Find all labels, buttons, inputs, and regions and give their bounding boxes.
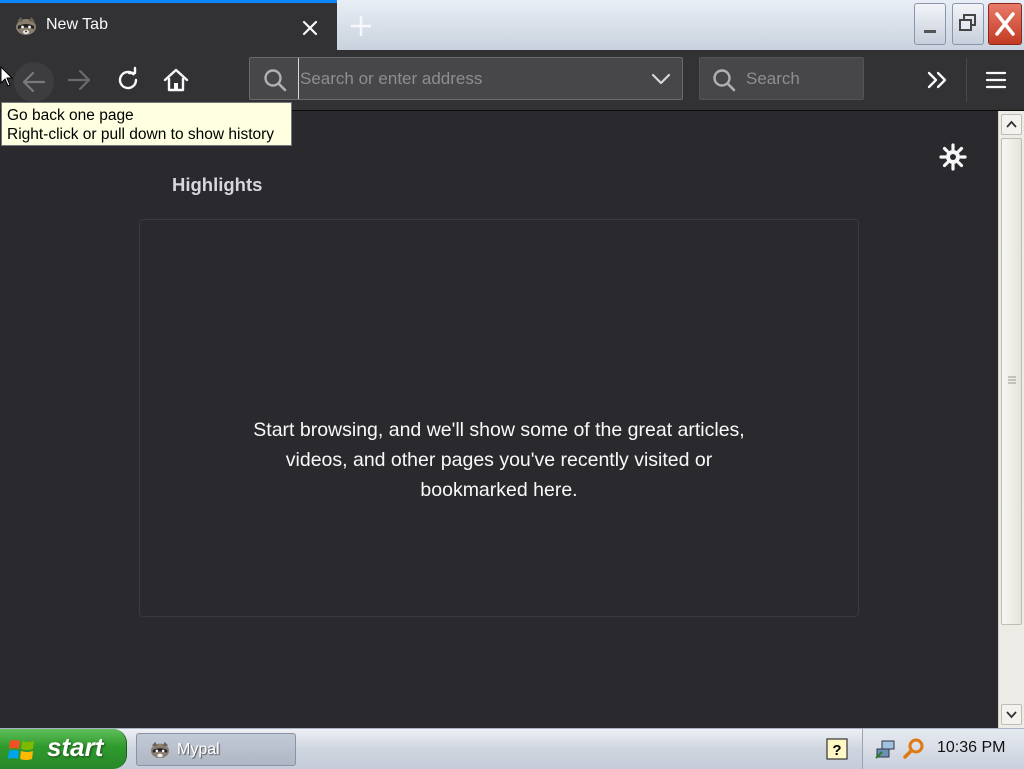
restore-window-button[interactable] [952,3,984,45]
windows-logo-icon [8,740,34,760]
scroll-down-button[interactable] [1001,704,1022,725]
address-input[interactable] [298,58,640,99]
help-icon[interactable]: ? [826,738,848,760]
hamburger-menu-icon[interactable] [982,66,1010,94]
new-tab-page: Highlights Start browsing, and we'll sho… [0,111,998,728]
tab-strip: New Tab [0,0,1024,50]
search-bar[interactable] [699,57,864,100]
back-arrow-icon [22,71,46,93]
tab-new-tab[interactable]: New Tab [0,0,337,50]
restore-icon [959,14,976,31]
home-icon[interactable] [162,66,190,94]
new-tab-plus-icon[interactable] [347,12,375,40]
gear-icon[interactable] [939,143,967,171]
close-icon [995,12,1015,36]
windows-taskbar: start Mypal ? 10:36 PM [0,728,1024,769]
mouse-pointer-icon [0,66,14,87]
start-label: start [47,732,104,762]
highlights-heading: Highlights [172,174,263,195]
system-tray: 10:36 PM [862,729,1024,769]
svg-text:?: ? [832,742,841,759]
back-button-tooltip: Go back one page Right-click or pull dow… [1,102,292,146]
minimize-window-button[interactable] [914,3,946,45]
mypal-raccoon-icon [16,17,36,35]
tooltip-line-1: Go back one page [7,107,134,124]
start-button[interactable]: start [0,729,127,769]
overflow-chevrons-icon[interactable] [924,66,952,94]
empty-state-message: Start browsing, and we'll show some of t… [140,415,858,505]
mypal-raccoon-icon [150,741,170,759]
tab-title: New Tab [46,16,108,33]
address-bar[interactable] [249,57,683,100]
scroll-up-button[interactable] [1001,114,1022,135]
reload-icon[interactable] [114,66,142,94]
chevron-down-icon[interactable] [650,70,672,88]
search-icon [713,69,736,92]
toolbar-separator [966,58,967,102]
highlights-empty-card: Start browsing, and we'll show some of t… [139,219,859,617]
network-icon[interactable] [874,737,898,761]
grip-icon [1008,376,1016,384]
taskbar-item-mypal[interactable]: Mypal [136,733,296,766]
empty-message-line-2: videos, and other pages you've recently … [285,449,713,471]
empty-message-line-1: Start browsing, and we'll show some of t… [253,419,745,441]
search-icon [264,69,287,92]
minimize-icon [924,30,936,33]
vertical-scrollbar[interactable] [998,111,1024,728]
arrow-down-icon [1006,711,1017,719]
arrow-up-icon [1006,120,1017,128]
forward-arrow-icon[interactable] [65,66,93,94]
magnifier-search-icon[interactable] [902,737,926,761]
back-button[interactable] [14,62,54,102]
search-input[interactable] [746,58,856,99]
scrollbar-thumb[interactable] [1001,138,1022,625]
empty-message-line-3: bookmarked here. [420,479,578,501]
tooltip-line-2: Right-click or pull down to show history [7,126,275,143]
close-tab-icon[interactable] [300,18,320,38]
clock: 10:36 PM [937,739,1006,756]
close-window-button[interactable] [988,3,1022,45]
taskbar-item-label: Mypal [177,741,220,758]
